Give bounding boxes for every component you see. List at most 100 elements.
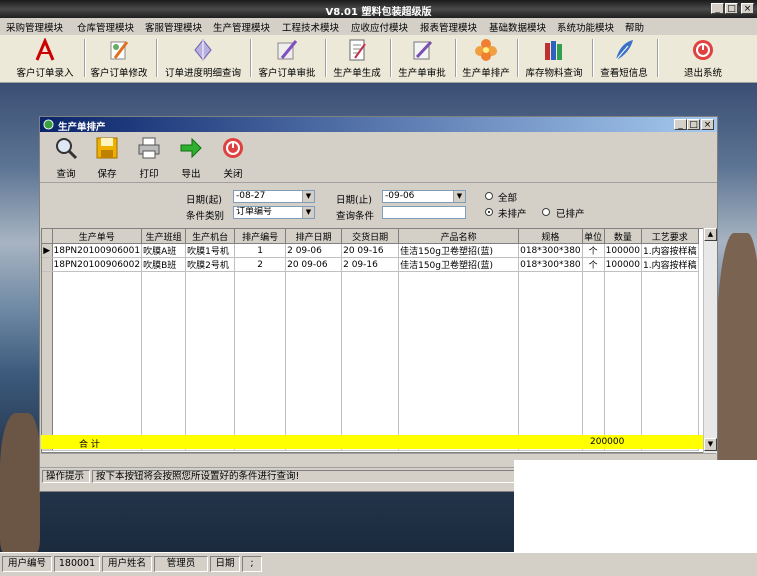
flower-icon: [475, 39, 497, 61]
save-button[interactable]: 保存: [90, 134, 124, 180]
menu-system[interactable]: 系统功能模块: [557, 20, 614, 34]
radio-all[interactable]: [485, 192, 493, 200]
blank-overlay: [514, 460, 757, 552]
table-cell[interactable]: 018*300*380: [518, 257, 583, 272]
column-header[interactable]: 交货日期: [341, 229, 400, 244]
row-indicator[interactable]: [42, 257, 53, 272]
schedule-grid[interactable]: 生产单号 生产班组 生产机台 排产编号 排产日期 交货日期 产品名称 规格 单位…: [41, 228, 716, 453]
menu-production[interactable]: 生产管理模块: [213, 20, 270, 34]
table-row[interactable]: ▶ 18PN20100906001 吹膜A班 吹膜1号机 1 2 09-06 2…: [42, 243, 699, 258]
table-cell[interactable]: 1: [234, 243, 287, 258]
menu-receivables[interactable]: 应收应付模块: [351, 20, 408, 34]
production-approve-button[interactable]: 生产单审批: [393, 35, 451, 81]
close-button[interactable]: ×: [741, 3, 754, 14]
minimize-button[interactable]: _: [711, 3, 724, 14]
app-title-bar: V8.01 塑料包装超级版 _ □ ×: [0, 0, 757, 18]
column-header[interactable]: 工艺要求: [641, 229, 699, 244]
power-icon: [223, 138, 243, 158]
table-cell[interactable]: 20 09-06: [285, 257, 343, 272]
menu-engineering[interactable]: 工程技术模块: [282, 20, 339, 34]
inventory-query-button[interactable]: 库存物料查询: [520, 35, 588, 81]
menu-base-data[interactable]: 基础数据模块: [489, 20, 546, 34]
floppy-icon: [96, 137, 118, 159]
chevron-down-icon[interactable]: ▼: [302, 207, 314, 218]
maximize-button[interactable]: □: [725, 3, 738, 14]
date-from-picker[interactable]: -08-27 ▼: [233, 190, 315, 203]
radio-scheduled[interactable]: [542, 208, 550, 216]
category-select[interactable]: 订单编号 ▼: [233, 206, 315, 219]
toolbar-label: 客户订单审批: [258, 68, 316, 79]
vertical-scrollbar[interactable]: ▲ ▼: [703, 228, 717, 453]
status-bar: 用户编号 180001 用户姓名 管理员 日期 ;: [0, 552, 757, 576]
close-window-button[interactable]: 关闭: [216, 134, 250, 180]
order-modify-button[interactable]: 客户订单修改: [86, 35, 152, 81]
exit-system-button[interactable]: 退出系统: [670, 35, 736, 81]
column-header[interactable]: 单位: [582, 229, 605, 244]
menu-customer-service[interactable]: 客服管理模块: [145, 20, 202, 34]
chevron-down-icon[interactable]: ▼: [453, 191, 465, 202]
table-cell[interactable]: 2 09-16: [341, 257, 400, 272]
table-cell[interactable]: 吹膜1号机: [185, 243, 236, 258]
column-header[interactable]: 生产机台: [185, 229, 236, 244]
total-label: 合 计: [79, 440, 100, 450]
table-cell[interactable]: 100000: [604, 257, 643, 272]
order-entry-button[interactable]: 客户订单录入: [6, 35, 84, 81]
table-cell[interactable]: 18PN20100906001: [52, 243, 143, 258]
inner-maximize-button[interactable]: □: [687, 119, 700, 130]
column-header[interactable]: 规格: [518, 229, 583, 244]
menu-purchase[interactable]: 采购管理模块: [6, 20, 63, 34]
chevron-down-icon[interactable]: ▼: [302, 191, 314, 202]
column-header[interactable]: 数量: [604, 229, 643, 244]
table-row[interactable]: 18PN20100906002 吹膜B班 吹膜2号机 2 20 09-06 2 …: [42, 257, 699, 272]
table-cell[interactable]: 018*300*380: [518, 243, 583, 258]
table-cell[interactable]: 个: [582, 243, 605, 258]
table-cell[interactable]: 佳洁150g卫卷塑招(蓝): [398, 257, 520, 272]
column-header[interactable]: 生产班组: [141, 229, 187, 244]
date-to-picker[interactable]: -09-06 ▼: [382, 190, 466, 203]
main-toolbar: 客户订单录入 客户订单修改 订单进度明细查询 客户订单审批 生产单生成 生产单审…: [0, 35, 757, 83]
table-cell[interactable]: 1.内容按样稿: [641, 243, 699, 258]
production-generate-button[interactable]: 生产单生成: [328, 35, 386, 81]
table-cell[interactable]: 吹膜B班: [141, 257, 187, 272]
table-cell[interactable]: 2: [234, 257, 287, 272]
export-button[interactable]: 导出: [174, 134, 208, 180]
table-cell[interactable]: 佳洁150g卫卷塑招(蓝): [398, 243, 520, 258]
print-button[interactable]: 打印: [132, 134, 166, 180]
table-cell[interactable]: 1.内容按样稿: [641, 257, 699, 272]
column-header[interactable]: 排产编号: [234, 229, 287, 244]
empty-grid-area: [42, 271, 699, 451]
menu-reports[interactable]: 报表管理模块: [420, 20, 477, 34]
toolbar-label: 退出系统: [683, 68, 722, 79]
pen-check-icon: [413, 40, 433, 60]
table-cell[interactable]: 吹膜A班: [141, 243, 187, 258]
inner-close-button[interactable]: ×: [701, 119, 714, 130]
table-cell[interactable]: 2 09-06: [285, 243, 343, 258]
query-button[interactable]: 查询: [49, 134, 83, 180]
column-header[interactable]: 产品名称: [398, 229, 520, 244]
category-label: 条件类别: [186, 211, 225, 222]
toolbar-label: 查看短信息: [600, 68, 648, 79]
order-approve-button[interactable]: 客户订单审批: [253, 35, 321, 81]
menu-warehouse[interactable]: 仓库管理模块: [77, 20, 134, 34]
row-indicator-icon[interactable]: ▶: [42, 243, 53, 258]
inner-minimize-button[interactable]: _: [674, 119, 687, 130]
view-messages-button[interactable]: 查看短信息: [595, 35, 653, 81]
scroll-up-icon[interactable]: ▲: [704, 228, 717, 241]
table-cell[interactable]: 18PN20100906002: [52, 257, 143, 272]
column-header[interactable]: 排产日期: [285, 229, 343, 244]
menu-help[interactable]: 帮助: [625, 20, 644, 34]
radio-unscheduled[interactable]: [485, 208, 493, 216]
order-progress-query-button[interactable]: 订单进度明细查询: [160, 35, 246, 81]
feather-icon: [615, 40, 633, 61]
table-cell[interactable]: 个: [582, 257, 605, 272]
table-cell[interactable]: 20 09-16: [341, 243, 400, 258]
date-value: ;: [242, 556, 262, 572]
column-header[interactable]: 生产单号: [52, 229, 143, 244]
production-schedule-button[interactable]: 生产单排产: [458, 35, 514, 81]
query-condition-input[interactable]: [382, 206, 466, 219]
table-cell[interactable]: 100000: [604, 243, 643, 258]
table-cell[interactable]: 吹膜2号机: [185, 257, 236, 272]
scroll-down-icon[interactable]: ▼: [704, 438, 717, 451]
schedule-toolbar: 查询 保存 打印 导出 关闭: [40, 132, 717, 183]
printer-icon: [138, 137, 160, 159]
